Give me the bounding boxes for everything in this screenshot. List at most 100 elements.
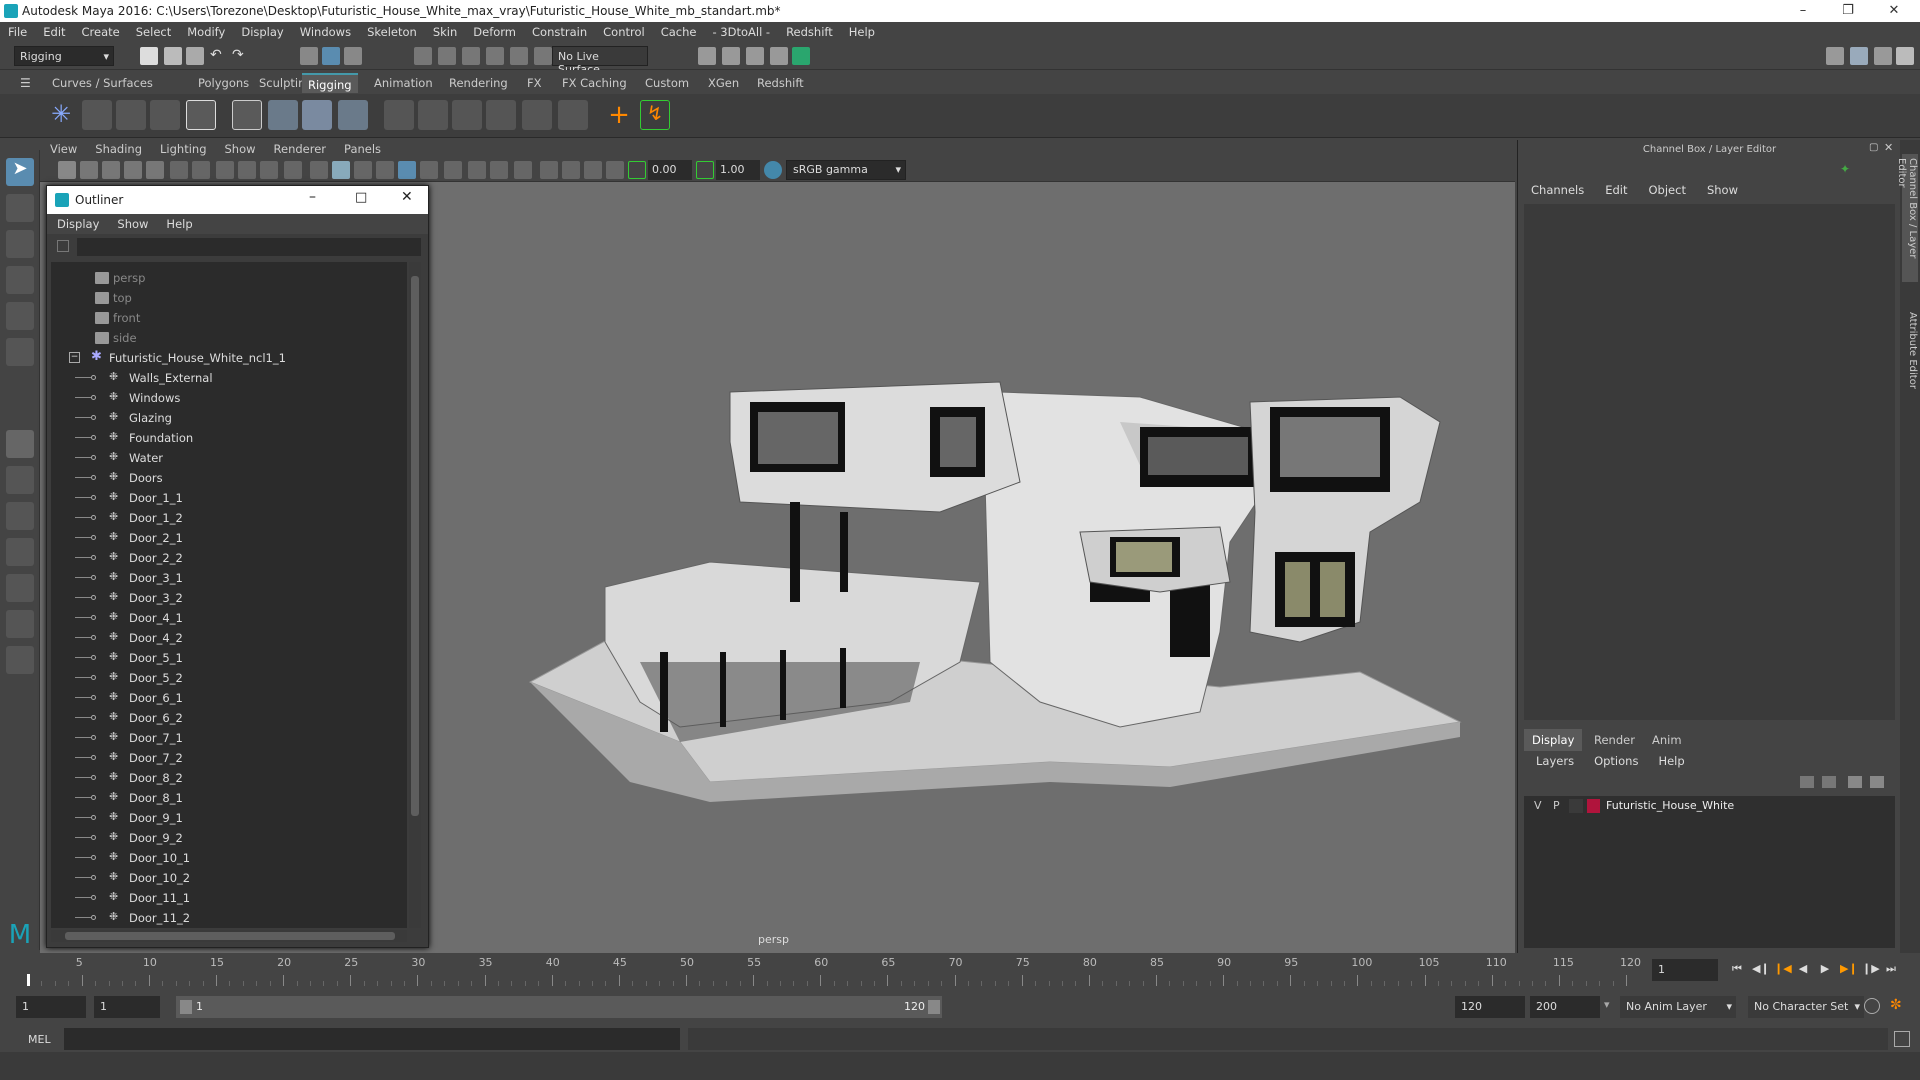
outliner-item-row[interactable]: ❉ Door_9_2 [51,828,407,848]
outliner-item-row[interactable]: ❉ Windows [51,388,407,408]
custom-layout-icon[interactable] [6,646,34,674]
outliner-item-row[interactable]: ❉ Door_10_1 [51,848,407,868]
menu-skeleton[interactable]: Skeleton [359,22,425,39]
outliner-item-row[interactable]: ❉ Door_11_1 [51,888,407,908]
range-start-handle[interactable] [180,1000,192,1014]
collapse-icon[interactable]: − [69,352,80,363]
panel-layout-icon[interactable] [1850,47,1868,65]
play-backward-icon[interactable]: ◀ [1796,962,1810,976]
scrollbar-thumb[interactable] [65,932,395,940]
anim-end-field[interactable]: 200 [1530,996,1600,1018]
tab-render-layers[interactable]: Render [1586,729,1643,751]
expand-dot-icon[interactable] [91,675,96,680]
joint-tool-icon[interactable]: ✳ [46,100,76,130]
vp-menu-view[interactable]: View [40,140,85,156]
two-pane-layout-icon[interactable] [6,502,34,530]
camera-select-icon[interactable] [58,161,76,179]
camera-attributes-icon[interactable] [80,161,98,179]
menu-3dtoall[interactable]: - 3DtoAll - [704,22,778,39]
expand-dot-icon[interactable] [91,695,96,700]
outliner-item-row[interactable]: ❉ Water [51,448,407,468]
outliner-item-row[interactable]: ❉ Door_10_2 [51,868,407,888]
render-current-icon[interactable] [722,47,740,65]
smooth-bind-icon[interactable] [268,100,298,130]
isolate-select-icon[interactable] [540,161,558,179]
cb-menu-channels[interactable]: Channels [1518,183,1592,197]
go-to-start-icon[interactable]: ⏮ [1730,962,1744,976]
rotate-tool-icon[interactable] [6,302,34,330]
expand-dot-icon[interactable] [91,535,96,540]
textured-icon[interactable] [376,161,394,179]
expand-dot-icon[interactable] [91,415,96,420]
layer-playback-toggle[interactable]: P [1553,799,1560,812]
expand-dot-icon[interactable] [91,835,96,840]
menu-cache[interactable]: Cache [653,22,705,39]
smooth-shade-icon[interactable] [332,161,350,179]
filter-toggle-icon[interactable] [57,240,69,252]
current-frame-field[interactable]: 1 [1652,959,1718,981]
tab-rendering[interactable]: Rendering [443,73,514,93]
anim-start-field[interactable]: 1 [16,996,86,1018]
save-scene-icon[interactable] [186,47,204,65]
outliner-title-bar[interactable]: Outliner – □ ✕ [47,186,428,214]
playback-start-field[interactable]: 1 [94,996,160,1018]
play-forward-icon[interactable]: ▶ [1818,962,1832,976]
grid-toggle-icon[interactable] [192,161,210,179]
lattice-icon[interactable] [418,100,448,130]
auto-key-icon[interactable] [1864,998,1880,1014]
outliner-root-row[interactable]: − ✱ Futuristic_House_White_ncl1_1 [51,348,407,368]
expand-dot-icon[interactable] [91,575,96,580]
outliner-item-row[interactable]: ❉ Door_4_2 [51,628,407,648]
outliner-item-row[interactable]: ❉ Door_3_1 [51,568,407,588]
exposure-icon[interactable] [628,161,646,179]
outliner-item-row[interactable]: ❉ Door_7_2 [51,748,407,768]
expand-dot-icon[interactable] [91,435,96,440]
menu-display[interactable]: Display [233,22,291,39]
interactive-bind-icon[interactable] [302,100,332,130]
shelf-menu-icon[interactable]: ☰ [20,76,38,94]
lasso-tool-icon[interactable] [6,194,34,222]
menu-edit[interactable]: Edit [35,22,73,39]
expand-dot-icon[interactable] [91,455,96,460]
range-slider[interactable]: 1 120 [176,996,942,1018]
tab-curves-surfaces[interactable]: Curves / Surfaces [46,73,159,93]
render-view-icon[interactable] [770,47,788,65]
channel-box-area[interactable] [1524,204,1895,720]
expand-dot-icon[interactable] [91,795,96,800]
sculpt-deformer-icon[interactable] [558,100,588,130]
outliner-item-row[interactable]: ❉ Door_9_1 [51,808,407,828]
outliner-item-row[interactable]: ❉ Door_3_2 [51,588,407,608]
tab-animation[interactable]: Animation [368,73,439,93]
menu-set-dropdown[interactable]: Rigging ▾ [14,46,114,66]
tab-rigging[interactable]: Rigging [302,73,358,93]
expand-dot-icon[interactable] [91,815,96,820]
outliner-item-row[interactable]: ❉ Door_11_2 [51,908,407,928]
outliner-item-row[interactable]: ❉ Door_2_1 [51,528,407,548]
outliner-item-row[interactable]: ❉ Foundation [51,428,407,448]
workspace-layout-icon[interactable] [1826,47,1844,65]
menu-windows[interactable]: Windows [292,22,359,39]
outliner-item-row[interactable]: ❉ Glazing [51,408,407,428]
channel-box-toggle-icon[interactable] [1896,47,1914,65]
expand-dot-icon[interactable] [91,715,96,720]
outliner-item-row[interactable]: ❉ Doors [51,468,407,488]
film-gate-icon[interactable] [216,161,234,179]
snap-grid-icon[interactable] [414,47,432,65]
move-layer-down-icon[interactable] [1822,776,1836,788]
expand-dot-icon[interactable] [91,895,96,900]
xray-components-icon[interactable] [606,161,624,179]
gamma-field[interactable]: 1.00 [716,160,760,180]
outliner-item-row[interactable]: ❉ Door_1_1 [51,488,407,508]
wireframe-on-shaded-icon[interactable] [354,161,372,179]
anti-aliasing-icon[interactable] [490,161,508,179]
expand-dot-icon[interactable] [91,395,96,400]
expand-dot-icon[interactable] [91,775,96,780]
cb-menu-edit[interactable]: Edit [1592,183,1635,197]
time-ruler[interactable]: 5 10 15 20 25 30 35 40 45 50 55 60 65 70 75 80 85 90 95 100… [28,953,1641,986]
outliner-item-row[interactable]: ❉ Door_6_2 [51,708,407,728]
color-management-icon[interactable] [764,161,782,179]
redo-icon[interactable]: ↷ [232,47,250,65]
layer-menu-help[interactable]: Help [1646,751,1692,768]
live-surface-field[interactable]: No Live Surface [552,46,648,76]
snap-vertex-icon[interactable] [534,47,552,65]
